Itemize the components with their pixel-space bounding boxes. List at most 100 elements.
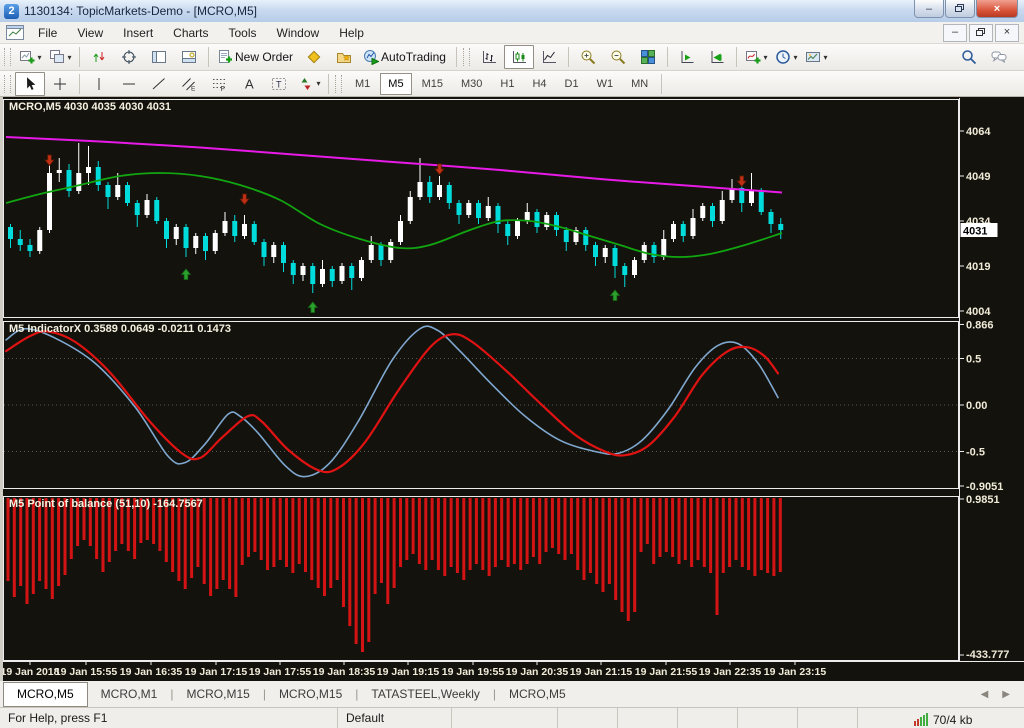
channel-tool[interactable]: E [174,72,204,96]
chart-shift-icon [708,49,725,66]
histogram-bar [626,498,630,621]
zoom-out-button[interactable] [603,45,633,69]
timeframe-h1[interactable]: H1 [492,73,522,95]
toolbar-drag-handle[interactable] [462,48,470,66]
chart-canvas[interactable]: 4064404940344019400440310.8660.50.00-0.5… [1,97,1024,681]
histogram-bar [449,498,453,567]
chart-tab-mcro-m1[interactable]: MCRO,M1 [88,683,171,706]
new-chart-button[interactable]: ▾ [15,45,45,69]
autotrading-button[interactable]: AutoTrading [359,45,452,69]
crosshair-tool[interactable] [45,72,75,96]
histogram-bar [531,498,535,557]
histogram-bar [228,498,232,589]
chart-tab-mcro-m5[interactable]: MCRO,M5 [3,681,88,707]
candle [505,224,511,236]
mdi-minimize-button[interactable]: – [943,23,967,42]
cursor-tool[interactable] [15,71,45,96]
mdi-window-controls: – × [943,23,1019,42]
timeframe-m30[interactable]: M30 [453,73,490,95]
metaeditor-button[interactable] [299,45,329,69]
timeframe-w1[interactable]: W1 [589,73,622,95]
histogram-bar [291,498,295,573]
histogram-bar [272,498,276,567]
chart-shift-button[interactable] [702,45,732,69]
menu-insert[interactable]: Insert [113,23,163,43]
histogram-bar [481,498,485,570]
line-chart-style-button[interactable] [534,45,564,69]
tab-scroll-left-button[interactable]: ◀ [981,689,989,700]
market-watch-button[interactable] [84,45,114,69]
histogram-bar [645,498,649,544]
histogram-bar [538,498,542,564]
strategy-tester-button[interactable] [329,45,359,69]
navigator-button[interactable] [144,45,174,69]
timeframe-h4[interactable]: H4 [524,73,554,95]
chart-tab-mcro-m15[interactable]: MCRO,M15 [266,683,355,706]
timeframe-m5[interactable]: M5 [380,72,412,95]
candle [320,269,325,284]
data-window-button[interactable] [114,45,144,69]
toolbar-separator [79,47,80,67]
search-button[interactable] [954,45,984,69]
minimize-button[interactable]: – [914,0,944,18]
new-order-button[interactable]: New Order [213,45,299,69]
timeframe-mn[interactable]: MN [623,73,656,95]
terminal-button[interactable] [174,45,204,69]
candle [261,242,267,257]
tab-scroll-right-button[interactable]: ▶ [1002,689,1010,700]
periods-button[interactable]: ▾ [771,45,801,69]
timeframe-m1[interactable]: M1 [347,73,378,95]
histogram-bar [512,498,516,564]
candle [193,236,199,248]
profiles-button[interactable]: ▾ [45,45,75,69]
candle [758,191,764,212]
chart-window[interactable]: 4064 4049 4034 4019 4004 4031 0.866 0.5 0.00 -0.5… [0,97,1024,681]
menu-help[interactable]: Help [329,23,374,43]
candle [17,239,23,245]
mdi-close-button[interactable]: × [995,23,1019,42]
auto-scroll-button[interactable] [672,45,702,69]
time-axis-label: 19 Jan 21:15 [570,666,633,678]
status-profile[interactable]: Default [338,708,452,728]
vertical-line-tool[interactable] [84,72,114,96]
indicator-axis-label: -0.5 [966,447,985,459]
toolbar-drag-handle[interactable] [4,48,11,66]
zoom-in-button[interactable] [573,45,603,69]
histogram-bar [209,498,213,596]
histogram-bar [411,498,415,554]
indicators-button[interactable]: ▾ [741,45,771,69]
candle [27,245,33,251]
histogram-bar [506,498,510,567]
tile-windows-button[interactable] [633,45,663,69]
indicator-axis-label: 0.00 [966,400,987,412]
menu-window[interactable]: Window [267,23,330,43]
toolbar-drag-handle[interactable] [4,74,11,93]
mdi-restore-button[interactable] [969,23,993,42]
chart-tab-mcro-m5[interactable]: MCRO,M5 [496,683,579,706]
candlestick-style-button[interactable] [503,45,534,69]
auto-scroll-icon [678,49,695,66]
chart-tab-tatasteel-weekly[interactable]: TATASTEEL,Weekly [358,683,492,706]
arrows-tool[interactable]: ▾ [294,72,324,96]
candle [242,224,247,236]
trendline-tool[interactable] [144,72,174,96]
restore-button[interactable] [945,0,975,18]
timeframe-m15[interactable]: M15 [414,73,451,95]
menu-file[interactable]: File [28,23,67,43]
close-button[interactable]: × [976,0,1018,18]
label-tool[interactable]: T [264,72,294,96]
timeframe-d1[interactable]: D1 [557,73,587,95]
horizontal-line-tool[interactable] [114,72,144,96]
crosshair-window-icon [121,49,138,66]
templates-button[interactable]: ▾ [801,45,831,69]
text-tool[interactable]: A [234,72,264,96]
chart-tab-mcro-m15[interactable]: MCRO,M15 [173,683,262,706]
toolbar-drag-handle[interactable] [335,74,342,93]
fibonacci-tool[interactable]: F [204,72,234,96]
menu-charts[interactable]: Charts [163,23,218,43]
chat-button[interactable] [984,45,1014,69]
chart-tab-bar: MCRO,M5 MCRO,M1 | MCRO,M15 | MCRO,M15 | TATASTE… [0,681,1024,707]
menu-tools[interactable]: Tools [219,23,267,43]
bar-chart-style-button[interactable] [474,45,504,69]
menu-view[interactable]: View [67,23,113,43]
